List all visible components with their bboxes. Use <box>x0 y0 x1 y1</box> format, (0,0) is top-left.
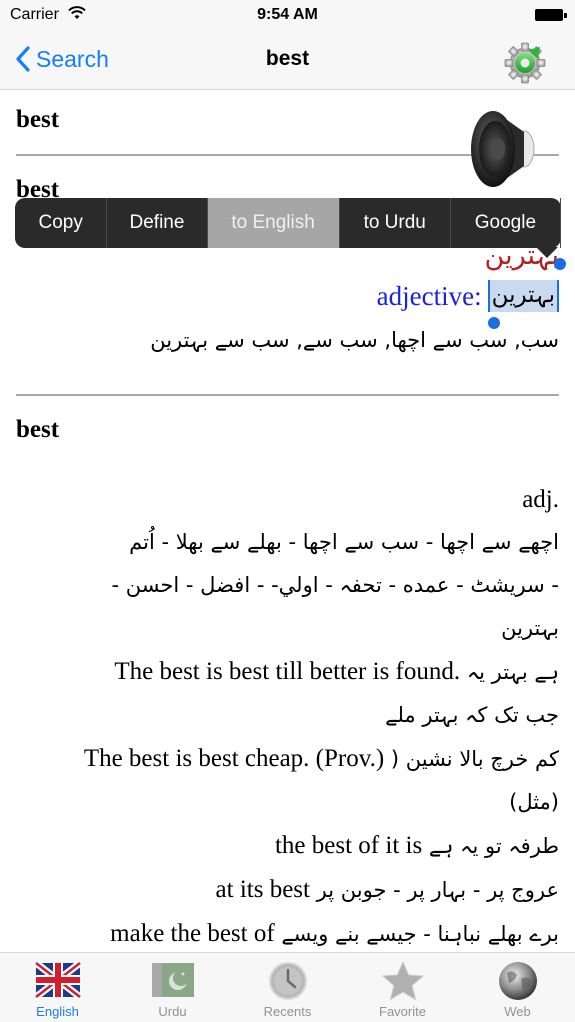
definition-line: اچھے سے اچھا - سب سے اچھا - بھلے سے بھلا… <box>129 530 559 554</box>
entry-headword: best <box>16 416 60 443</box>
pos-abbrev: adj. <box>522 486 559 513</box>
tab-label: Web <box>504 1004 531 1019</box>
selected-text[interactable]: بہترین <box>487 280 559 312</box>
status-time: 9:54 AM <box>257 6 318 23</box>
settings-refresh-button[interactable] <box>503 38 549 84</box>
example-line: the best of it is طرفہ تو یہ ہے <box>16 824 559 868</box>
definition-line: (مثل) <box>509 790 559 814</box>
star-icon <box>381 961 424 1001</box>
tab-favorite[interactable]: Favorite <box>345 953 460 1022</box>
tab-bar: English Urdu Recents Favorite Web <box>0 952 575 1022</box>
urdu-meanings: سب, سب سے اچھا, سب سے, سب سے بہترین <box>150 328 559 352</box>
example-english: The best is best cheap. (Prov.) <box>83 745 385 772</box>
menu-item-copy[interactable]: Copy <box>15 198 108 248</box>
example-urdu: طرفہ تو یہ ہے <box>428 834 559 858</box>
menu-item-define[interactable]: Define <box>107 198 208 248</box>
tab-label: Recents <box>263 1004 312 1019</box>
navigation-bar: Search best <box>0 30 575 90</box>
uk-flag-icon <box>34 961 81 1000</box>
pronounce-button[interactable] <box>466 102 542 192</box>
tab-web[interactable]: Web <box>460 953 575 1022</box>
example-line: The best is best cheap. (Prov.) کم خرچ ب… <box>16 737 559 781</box>
example-urdu: برے بھلے نباہنا - جیسے بنے ویسے <box>281 922 559 946</box>
tab-urdu[interactable]: Urdu <box>115 953 230 1022</box>
status-bar: Carrier 9:54 AM <box>0 0 575 30</box>
definition-line: - سریشٹ - عمده - تحفہ - اولي- - افضل - ا… <box>111 573 559 597</box>
selection-end-handle[interactable] <box>554 258 566 270</box>
pos-line: adjective: بہترین <box>377 280 559 312</box>
example-english: make the best of <box>110 920 275 947</box>
definition-block: adj. اچھے سے اچھا - سب سے اچھا - بھلے سے… <box>16 478 559 952</box>
tab-english[interactable]: English <box>0 953 115 1022</box>
back-button[interactable]: Search <box>16 42 109 76</box>
definition-content[interactable]: best best بہترین adjective: بہترین سب, س… <box>0 90 575 952</box>
definition-line: جب تک کہ بہتر ملے <box>385 703 559 727</box>
example-english: the best of it is <box>274 832 423 859</box>
tab-label: English <box>36 1004 79 1019</box>
gear-refresh-icon <box>504 42 546 84</box>
example-english: The best is best till better is found. <box>114 658 461 685</box>
example-line: The best is best till better is found. ہ… <box>16 650 559 694</box>
chevron-left-icon <box>16 46 30 72</box>
menu-pointer <box>536 247 558 258</box>
menu-item-google[interactable]: Google <box>451 198 561 248</box>
globe-icon <box>498 962 537 1000</box>
menu-item-to-urdu[interactable]: to Urdu <box>340 198 451 248</box>
example-urdu: عروج پر - بہار پر - جوبن پر <box>316 878 559 902</box>
tab-label: Urdu <box>158 1004 187 1019</box>
definition-line: بہترین <box>501 616 559 640</box>
tab-label: Favorite <box>379 1004 426 1019</box>
example-urdu: کم خرچ بالا نشین ( <box>390 747 559 771</box>
example-english: at its best <box>215 876 310 903</box>
entry-headword: best <box>16 106 60 133</box>
example-urdu: ہے بہتر یہ <box>466 660 559 684</box>
clock-icon <box>268 962 307 1000</box>
text-selection-menu: Copy Define to English to Urdu Google <box>15 198 561 258</box>
example-line: make the best of برے بھلے نباہنا - جیسے … <box>16 912 559 952</box>
pakistan-flag-icon <box>151 963 194 997</box>
example-line: at its best عروج پر - بہار پر - جوبن پر <box>16 868 559 912</box>
battery-icon <box>535 9 567 21</box>
menu-item-to-english[interactable]: to English <box>207 198 340 248</box>
back-button-label: Search <box>36 45 109 72</box>
divider <box>16 394 559 396</box>
tab-recents[interactable]: Recents <box>230 953 345 1022</box>
speaker-icon <box>471 111 535 187</box>
part-of-speech-label: adjective: <box>376 280 482 311</box>
